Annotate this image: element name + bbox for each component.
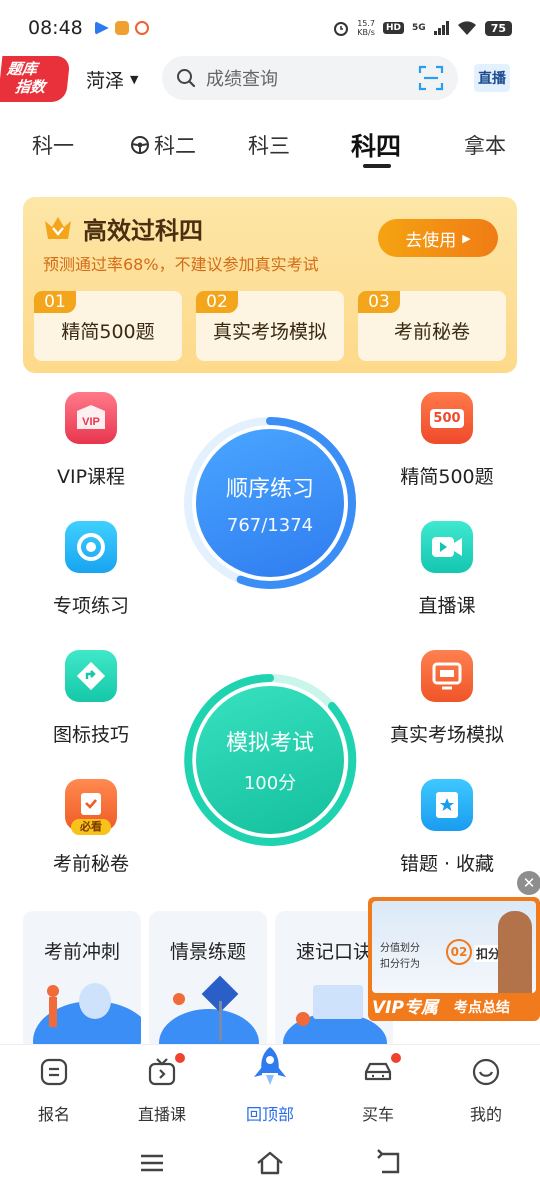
tab-subject-3[interactable]: 科三 [248,130,290,160]
feature-mistakes-favorites[interactable]: 错题 · 收藏 [372,779,522,876]
question-bank-index-logo[interactable]: 题库 指数 [0,56,71,102]
feature-sign-tips[interactable]: 图标技巧 [16,650,166,747]
promo-card[interactable]: 高效过科四 预测通过率68%，不建议参加真实考试 去使用 ▶ 01 精简500题… [23,197,517,373]
nav-profile[interactable]: 我的 [436,1057,536,1125]
58-app-icon [134,21,149,35]
city-selector[interactable]: 菏泽 ▼ [86,66,138,93]
network-type: 5G [412,23,426,33]
tab-subject-2[interactable]: 科二 [130,130,196,160]
search-bar[interactable]: 成绩查询 [162,56,458,100]
mock-exam-score: 100分 [243,773,297,794]
status-right: 15.7 KB/s HD 5G 75 [333,19,512,37]
special-practice-icon [65,521,117,573]
teacher-avatar [498,911,532,993]
profile-icon [471,1057,501,1087]
city-name: 菏泽 [86,70,125,92]
500-questions-icon: 500 [421,392,473,444]
promo-subtitle: 预测通过率68%，不建议参加真实考试 [43,255,319,274]
promo-title: 高效过科四 [83,217,203,245]
mock-exam-title: 模拟考试 [225,731,314,756]
card-sprint[interactable]: 考前冲刺 [23,911,141,1051]
play-arrow-icon: ▶ [462,231,471,245]
key-points-tag: 考点总结 [454,1000,510,1016]
live-class-icon [421,521,473,573]
secret-paper-icon: 必看 [65,779,117,835]
nav-signup[interactable]: 报名 [4,1057,104,1125]
feature-exam-simulation[interactable]: 真实考场模拟 [372,650,522,747]
tab-license[interactable]: 拿本 [464,130,506,160]
alarm-icon [334,22,349,36]
wifi-icon [457,21,476,35]
vip-course-icon: VIP [65,392,117,444]
status-bar: 08:48 15.7 KB/s HD 5G 75 [0,0,540,56]
sequential-practice-button[interactable]: 顺序练习 767/1374 [182,415,358,591]
signal-icon [433,21,449,35]
header: 题库 指数 菏泽 ▼ 成绩查询 直播 [0,56,540,102]
vip-exclusive-tag: VIP专属 [372,998,438,1018]
status-notifications [94,21,149,35]
notification-dot [391,1053,401,1063]
system-navigation [0,1134,540,1194]
sequential-title: 顺序练习 [225,476,314,502]
exam-simulation-icon [421,650,473,702]
scenario-illustration [159,975,259,1051]
tab-subject-1[interactable]: 科一 [32,130,74,160]
feature-500-questions[interactable]: 500 精简500题 [372,392,522,489]
app-notification-icon [94,21,109,35]
menu-icon[interactable] [137,1148,167,1178]
notification-dot [175,1053,185,1063]
bottom-navigation: 报名 直播课 回顶部 买车 我的 [0,1044,540,1134]
sequential-progress: 767/1374 [226,514,314,536]
sprint-illustration [33,983,141,1051]
video-screen: 分值划分 扣分行为 02 扣分分值 [372,901,536,993]
net-speed: 15.7 KB/s [357,19,376,37]
subject-tabs: 科一 科二 科三 科四 拿本 [0,124,540,174]
promo-item-500[interactable]: 01 精简500题 [34,291,182,361]
sign-tips-icon [65,650,117,702]
promo-item-secret[interactable]: 03 考前秘卷 [358,291,506,361]
live-tv-icon [147,1053,185,1087]
crown-icon [45,217,71,239]
search-input[interactable]: 成绩查询 [206,65,418,91]
video-app-icon [114,21,129,35]
tab-subject-4[interactable]: 科四 [351,127,401,163]
promo-item-exam-sim[interactable]: 02 真实考场模拟 [196,291,344,361]
active-tab-indicator [363,164,391,168]
back-icon[interactable] [374,1148,404,1178]
car-icon [363,1053,401,1087]
floating-video-player[interactable]: 分值划分 扣分行为 02 扣分分值 VIP专属 考点总结 [368,897,540,1021]
feature-special-practice[interactable]: 专项练习 [16,521,166,618]
live-button[interactable]: 直播 [474,64,510,92]
svg-text:VIP: VIP [82,416,100,428]
mock-exam-button[interactable]: 模拟考试 100分 [182,672,358,848]
battery-icon: 75 [484,20,512,36]
steering-wheel-icon [131,136,149,154]
chevron-down-icon: ▼ [130,73,139,86]
card-scenario[interactable]: 情景练题 [149,911,267,1051]
nav-buy-car[interactable]: 买车 [328,1053,428,1125]
feature-live-class[interactable]: 直播课 [372,521,522,618]
nav-back-to-top[interactable]: 回顶部 [220,1045,320,1125]
nav-live-class[interactable]: 直播课 [112,1053,212,1125]
close-icon[interactable]: ✕ [517,871,540,895]
scan-icon[interactable] [418,65,444,91]
rocket-icon [248,1045,292,1087]
home-icon[interactable] [255,1148,285,1178]
feature-vip-course[interactable]: VIP VIP课程 [16,392,166,489]
signup-icon [39,1057,69,1087]
promo-use-button[interactable]: 去使用 ▶ [378,219,498,257]
status-time: 08:48 [28,17,83,39]
hd-badge: HD [383,22,405,34]
must-see-badge: 必看 [71,819,111,835]
search-icon [177,69,196,88]
feature-secret-paper[interactable]: 必看 考前秘卷 [16,779,166,876]
mistakes-favorites-icon [421,779,473,831]
